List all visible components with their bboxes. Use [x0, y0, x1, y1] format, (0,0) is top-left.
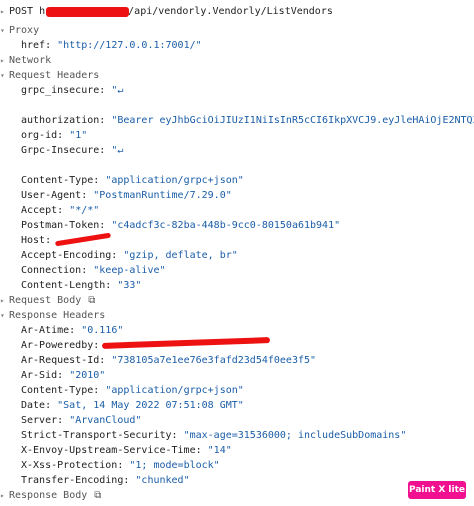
header-value: "ArvanCloud": [69, 415, 142, 426]
header-key: authorization:: [21, 115, 106, 126]
header-value: "application/grpc+json": [105, 385, 244, 396]
request-header-row: User-Agent: "PostmanRuntime/7.29.0": [0, 188, 474, 203]
header-key: Ar-Sid:: [21, 370, 64, 381]
request-method: POST: [9, 6, 34, 17]
request-body-section[interactable]: ▸ Request Body ⧉: [0, 293, 474, 308]
chevron-down-icon: ▾: [0, 311, 5, 320]
header-key: Ar-Atime:: [21, 325, 76, 336]
header-value: "↵: [111, 85, 124, 96]
header-key: href:: [21, 40, 52, 51]
chevron-right-icon: ▸: [0, 296, 5, 305]
section-title-request-headers: Request Headers: [9, 70, 100, 81]
request-header-row: Connection: "keep-alive": [0, 263, 474, 278]
response-header-row: X-Xss-Protection: "1; mode=block": [0, 458, 474, 473]
header-key: Ar-Poweredby:: [21, 340, 100, 351]
header-key: Content-Length:: [21, 280, 112, 291]
request-header-row: Postman-Token: "c4adcf3c-82ba-448b-9cc0-…: [0, 218, 474, 233]
header-value: "http://127.0.0.1:7001/": [57, 40, 202, 51]
request-headers-section[interactable]: ▾ Request Headers: [0, 68, 474, 83]
header-key: X-Xss-Protection:: [21, 460, 124, 471]
response-header-row: Ar-Sid: "2010": [0, 368, 474, 383]
response-header-row: Ar-Atime: "0.116": [0, 323, 474, 338]
header-key: User-Agent:: [21, 190, 88, 201]
request-header-row: Content-Length: "33": [0, 278, 474, 293]
host-redaction: [46, 7, 129, 17]
header-value: "14": [207, 445, 232, 456]
header-value: "gzip, deflate, br": [123, 250, 238, 261]
header-value: "33": [117, 280, 142, 291]
header-value: "c4adcf3c-82ba-448b-9cc0-80150a61b941": [111, 220, 341, 231]
request-header-row: Accept-Encoding: "gzip, deflate, br": [0, 248, 474, 263]
request-header-row: org-id: "1": [0, 128, 474, 143]
header-value: "*/*": [69, 205, 100, 216]
proxy-href-row: href: "http://127.0.0.1:7001/": [0, 38, 474, 53]
response-body-section[interactable]: ▸ Response Body ⧉: [0, 488, 474, 503]
section-title-response-headers: Response Headers: [9, 310, 106, 321]
header-value: "1; mode=block": [129, 460, 220, 471]
request-path: /api/vendorly.Vendorly/ListVendors: [128, 6, 333, 17]
header-value: "0.116": [81, 325, 124, 336]
header-key: Connection:: [21, 265, 88, 276]
header-key: Grpc-Insecure:: [21, 145, 106, 156]
section-title-request-body: Request Body: [9, 295, 82, 306]
header-value: "1": [69, 130, 88, 141]
response-header-row: Transfer-Encoding: "chunked": [0, 473, 474, 488]
header-key: grpc_insecure:: [21, 85, 106, 96]
header-key: Postman-Token:: [21, 220, 106, 231]
chevron-right-icon: ▸: [0, 56, 5, 65]
request-header-row: Grpc-Insecure: "↵: [0, 143, 474, 158]
chevron-right-icon: ▸: [0, 7, 5, 16]
chevron-down-icon: ▾: [0, 71, 5, 80]
header-key: Date:: [21, 400, 52, 411]
header-key: Host:: [21, 235, 52, 246]
section-title-response-body: Response Body: [9, 490, 88, 501]
request-header-row: Accept: "*/*": [0, 203, 474, 218]
header-key: Transfer-Encoding:: [21, 475, 130, 486]
header-value: "Sat, 14 May 2022 07:51:08 GMT": [57, 400, 244, 411]
request-header-row: grpc_insecure: "↵: [0, 83, 474, 98]
header-key: X-Envoy-Upstream-Service-Time:: [21, 445, 202, 456]
header-value: "application/grpc+json": [105, 175, 244, 186]
header-value: "2010": [69, 370, 106, 381]
section-title-network: Network: [9, 55, 52, 66]
response-headers-section[interactable]: ▾ Response Headers: [0, 308, 474, 323]
external-link-icon[interactable]: ⧉: [94, 488, 101, 503]
response-header-row: X-Envoy-Upstream-Service-Time: "14": [0, 443, 474, 458]
request-host: h: [39, 6, 46, 17]
header-key: Ar-Request-Id:: [21, 355, 106, 366]
request-header-row: authorization: "Bearer eyJhbGciOiJIUzI1N…: [0, 113, 474, 128]
header-value: "keep-alive": [93, 265, 166, 276]
response-header-row: Content-Type: "application/grpc+json": [0, 383, 474, 398]
chevron-down-icon: ▾: [0, 26, 5, 35]
header-key: Strict-Transport-Security:: [21, 430, 178, 441]
response-header-row: Ar-Request-Id: "738105a7e1ee76e3fafd23d5…: [0, 353, 474, 368]
header-value: "↵: [111, 145, 124, 156]
header-value: "chunked": [135, 475, 190, 486]
response-header-row: Date: "Sat, 14 May 2022 07:51:08 GMT": [0, 398, 474, 413]
header-key: Accept:: [21, 205, 64, 216]
response-header-row: Server: "ArvanCloud": [0, 413, 474, 428]
response-header-row: Strict-Transport-Security: "max-age=3153…: [0, 428, 474, 443]
header-key: Content-Type:: [21, 175, 100, 186]
header-key: Accept-Encoding:: [21, 250, 118, 261]
header-key: Content-Type:: [21, 385, 100, 396]
watermark-badge: Paint X lite: [408, 481, 466, 499]
header-value: "738105a7e1ee76e3fafd23d54f0ee3f5": [111, 355, 317, 366]
proxy-section[interactable]: ▾ Proxy: [0, 23, 474, 38]
header-key: Server:: [21, 415, 64, 426]
header-value: "max-age=31536000; includeSubDomains": [183, 430, 407, 441]
external-link-icon[interactable]: ⧉: [88, 293, 95, 308]
header-key: org-id:: [21, 130, 64, 141]
chevron-right-icon: ▸: [0, 491, 5, 500]
header-value: "PostmanRuntime/7.29.0": [93, 190, 232, 201]
section-title-proxy: Proxy: [9, 25, 40, 36]
header-value: "Bearer eyJhbGciOiJIUzI1NiIsInR5cCI6IkpX…: [111, 115, 474, 126]
request-header-row: Content-Type: "application/grpc+json": [0, 173, 474, 188]
network-section[interactable]: ▸ Network: [0, 53, 474, 68]
